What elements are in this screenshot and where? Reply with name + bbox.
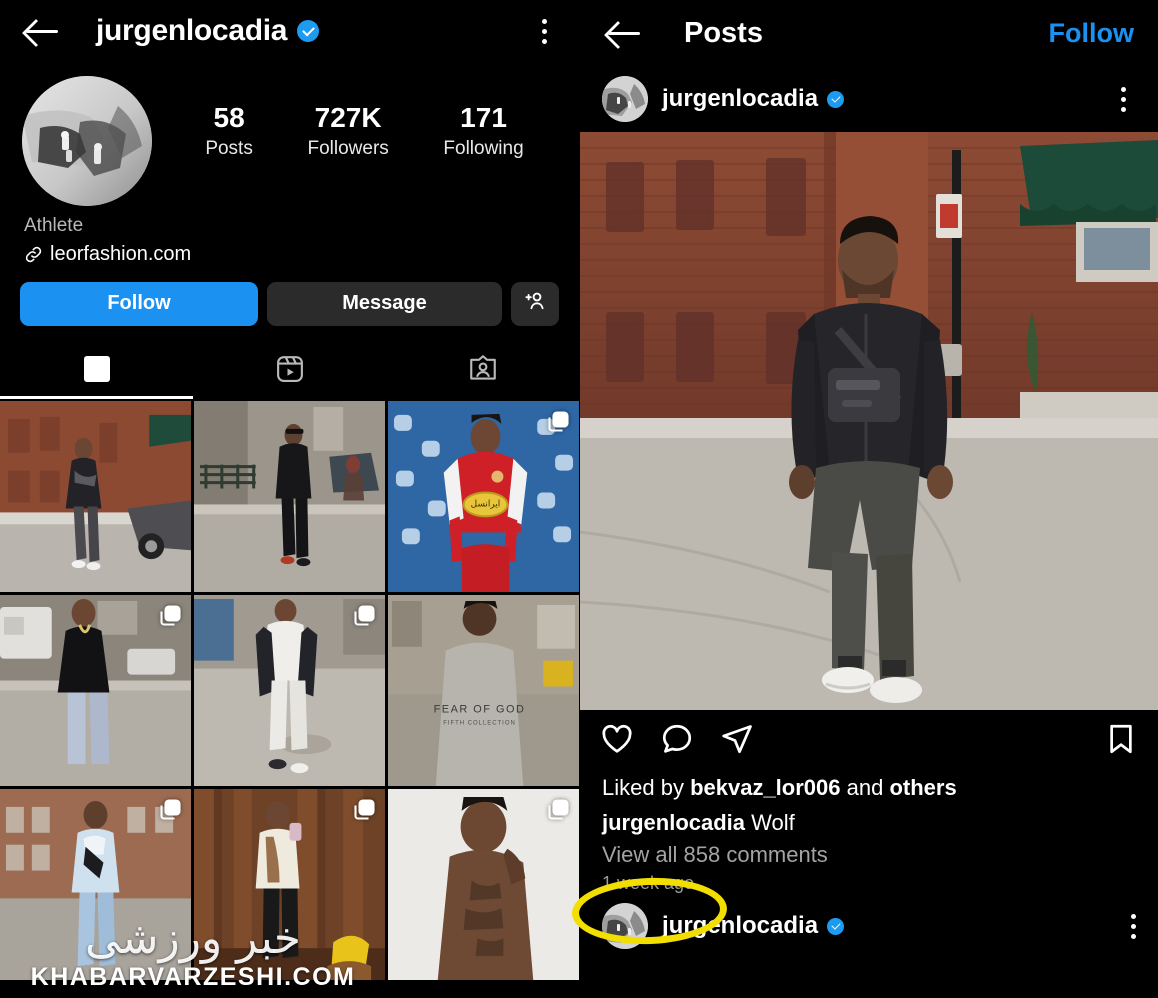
grid-post-6[interactable]: FEAR OF GOD FIFTH COLLECTION — [388, 594, 579, 786]
next-post-avatar[interactable] — [602, 903, 648, 950]
profile-bio: Athlete leorfashion.com — [0, 206, 579, 266]
post-page-title: Posts — [684, 16, 763, 49]
website-url: leorfashion.com — [50, 242, 192, 265]
carousel-icon — [546, 410, 570, 434]
post-pane: Posts Follow jurgenlocadia Liked by bekv… — [579, 0, 1158, 998]
add-user-button[interactable] — [511, 281, 559, 326]
followers-count: 727K — [314, 102, 382, 133]
post-caption: jurgenlocadia Wolf — [580, 803, 1158, 838]
grid-post-3[interactable]: ایرانسل — [388, 400, 579, 592]
avatar-art — [22, 76, 152, 206]
carousel-icon — [352, 798, 376, 822]
sidebar-item-reels[interactable] — [193, 348, 386, 396]
liked-by-line: Liked by bekvaz_lor006 and others — [580, 768, 1158, 803]
profile-pane: jurgenlocadia 58 Posts 727K Followers 17… — [0, 0, 579, 998]
post-author-bar: jurgenlocadia — [580, 66, 1158, 132]
sidebar-item-tagged[interactable] — [386, 348, 579, 396]
grid-post-9[interactable] — [388, 788, 579, 980]
share-paperplane-icon[interactable] — [720, 722, 754, 756]
stat-posts[interactable]: 58 Posts — [205, 102, 253, 160]
back-arrow-icon[interactable] — [22, 14, 62, 48]
liked-by-prefix: Liked by — [602, 775, 691, 800]
liked-by-others[interactable]: others — [889, 775, 956, 800]
post-author-name[interactable]: jurgenlocadia — [662, 85, 845, 113]
liked-by-middle: and — [840, 775, 890, 800]
link-icon — [24, 245, 43, 264]
kebab-menu-icon[interactable] — [1131, 913, 1136, 939]
grid-post-art: FEAR OF GOD FIFTH COLLECTION — [388, 594, 579, 786]
bookmark-icon[interactable] — [1104, 722, 1138, 756]
profile-photo-grid: ایرانسل FEAR OF GOD FIFTH COLLECTION — [0, 400, 579, 980]
next-post-author-bar: jurgenlocadia — [580, 896, 1158, 956]
grid-post-art — [194, 400, 385, 592]
verified-badge-icon — [827, 917, 845, 935]
profile-username: jurgenlocadia — [96, 14, 288, 47]
avatar[interactable] — [22, 76, 152, 206]
grid-post-4[interactable] — [0, 594, 191, 786]
profile-stats: 58 Posts 727K Followers 171 Following — [152, 76, 557, 160]
grid-post-1[interactable] — [0, 400, 191, 592]
kebab-menu-icon[interactable] — [1110, 82, 1136, 116]
next-avatar-art — [602, 903, 648, 950]
message-button[interactable]: Message — [267, 281, 502, 326]
author-avatar[interactable] — [602, 76, 648, 122]
post-actions — [580, 710, 1158, 768]
grid-post-8[interactable] — [194, 788, 385, 980]
verified-badge-icon — [827, 90, 845, 108]
back-arrow-icon[interactable] — [604, 16, 644, 50]
screen-root: jurgenlocadia 58 Posts 727K Followers 17… — [0, 0, 1158, 998]
profile-category: Athlete — [24, 215, 84, 236]
page-title: jurgenlocadia — [96, 14, 320, 48]
following-count: 171 — [460, 102, 507, 133]
carousel-icon — [352, 604, 376, 628]
post-timestamp: 1 week ago — [602, 873, 695, 894]
next-post-author-name[interactable]: jurgenlocadia — [662, 912, 845, 940]
svg-text:FIFTH COLLECTION: FIFTH COLLECTION — [443, 720, 515, 726]
profile-summary: 58 Posts 727K Followers 171 Following — [0, 62, 579, 206]
tabs-underline — [0, 395, 579, 399]
grid-post-5[interactable] — [194, 594, 385, 786]
profile-topbar: jurgenlocadia — [0, 0, 579, 62]
follow-button[interactable]: Follow — [20, 281, 258, 326]
post-photo[interactable] — [580, 132, 1158, 710]
view-all-comments-link[interactable]: View all 858 comments — [580, 838, 1158, 868]
follow-link[interactable]: Follow — [1049, 18, 1134, 49]
grid-post-7[interactable] — [0, 788, 191, 980]
caption-text: Wolf — [745, 810, 795, 836]
grid-icon — [82, 354, 112, 389]
profile-website[interactable]: leorfashion.com — [24, 243, 557, 266]
author-username-text: jurgenlocadia — [662, 85, 819, 112]
tagged-icon — [468, 354, 498, 389]
sidebar-item-grid[interactable] — [0, 348, 193, 396]
carousel-icon — [546, 798, 570, 822]
post-topbar: Posts Follow — [580, 0, 1158, 66]
add-user-icon — [523, 289, 547, 319]
liked-by-username[interactable]: bekvaz_lor006 — [690, 775, 840, 800]
stat-following[interactable]: 171 Following — [443, 102, 523, 160]
followers-label: Followers — [307, 138, 389, 160]
following-label: Following — [443, 138, 524, 160]
svg-text:ایرانسل: ایرانسل — [471, 499, 501, 509]
verified-badge-icon — [297, 20, 320, 42]
heart-icon[interactable] — [600, 722, 634, 756]
carousel-icon — [158, 798, 182, 822]
carousel-icon — [158, 604, 182, 628]
reels-icon — [275, 354, 305, 389]
grid-post-art — [0, 400, 191, 592]
next-author-username-text: jurgenlocadia — [662, 912, 819, 940]
caption-username[interactable]: jurgenlocadia — [602, 810, 745, 835]
posts-label: Posts — [205, 138, 253, 160]
profile-action-buttons: Follow Message — [0, 266, 579, 326]
post-photo-art — [580, 132, 1158, 710]
kebab-menu-icon[interactable] — [531, 14, 557, 48]
posts-count: 58 — [213, 102, 245, 133]
comment-icon[interactable] — [660, 722, 694, 756]
stat-followers[interactable]: 727K Followers — [307, 102, 388, 160]
svg-text:FEAR OF GOD: FEAR OF GOD — [434, 703, 526, 715]
author-avatar-art — [602, 76, 648, 122]
profile-tabs — [0, 348, 579, 396]
grid-post-2[interactable] — [194, 400, 385, 592]
